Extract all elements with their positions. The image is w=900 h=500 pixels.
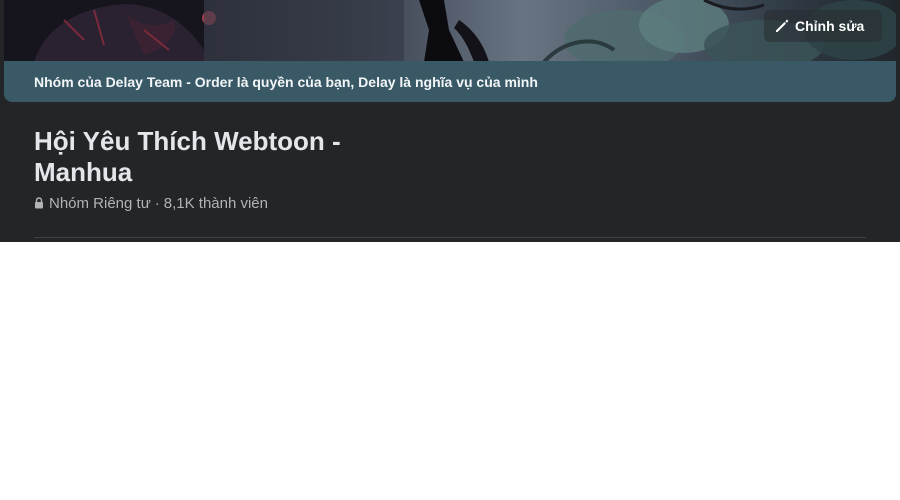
header-divider: [34, 237, 866, 238]
group-member-count[interactable]: 8,1K thành viên: [164, 195, 268, 212]
lock-icon: [34, 197, 44, 209]
pencil-icon: [773, 17, 791, 35]
group-page-header: Chỉnh sửa Nhóm của Delay Team - Order là…: [0, 0, 900, 242]
group-privacy[interactable]: Nhóm Riêng tư: [49, 195, 151, 212]
cover-artwork: [4, 0, 896, 62]
cover-banner-text: Nhóm của Delay Team - Order là quyền của…: [34, 73, 538, 90]
edit-cover-label: Chỉnh sửa: [795, 18, 865, 34]
edit-cover-button[interactable]: Chỉnh sửa: [764, 10, 882, 42]
group-title[interactable]: Hội Yêu Thích Webtoon - Manhua: [34, 126, 394, 188]
cover-photo: Chỉnh sửa Nhóm của Delay Team - Order là…: [4, 0, 896, 102]
meta-separator: ·: [154, 194, 160, 212]
cover-banner: Nhóm của Delay Team - Order là quyền của…: [4, 61, 896, 102]
group-meta: Nhóm Riêng tư · 8,1K thành viên: [34, 193, 268, 213]
